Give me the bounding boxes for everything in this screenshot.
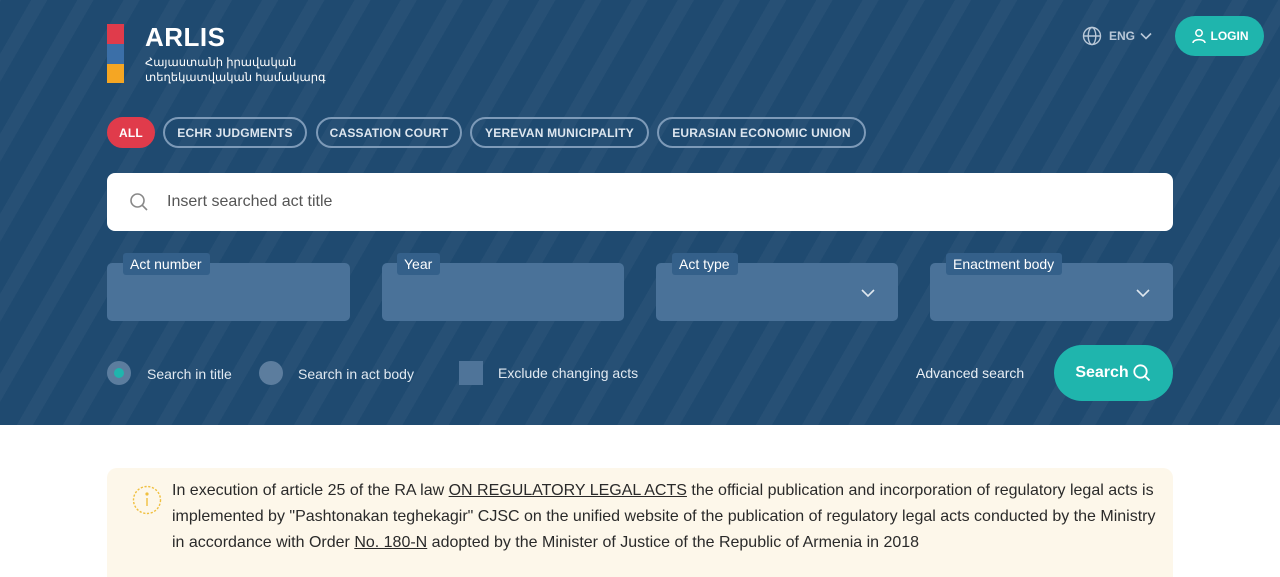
chevron-down-icon xyxy=(861,289,875,298)
search-in-act-body-radio[interactable] xyxy=(259,361,283,385)
year-label: Year xyxy=(397,253,441,275)
order-180n-link[interactable]: No. 180-N xyxy=(354,534,427,551)
filter-yerevan-municipality[interactable]: YEREVAN MUNICIPALITY xyxy=(470,117,649,148)
login-button[interactable]: LOGIN xyxy=(1175,16,1264,56)
exclude-changing-acts-label[interactable]: Exclude changing acts xyxy=(498,365,638,381)
app-subtitle-line1: Հայաստանի իրավական xyxy=(145,57,297,69)
enactment-body-label: Enactment body xyxy=(946,253,1063,275)
notice-part1: In execution of article 25 of the RA law xyxy=(172,482,449,499)
search-in-title-label[interactable]: Search in title xyxy=(147,366,232,382)
search-in-act-body-label[interactable]: Search in act body xyxy=(298,366,414,382)
language-selector[interactable]: ENG xyxy=(1082,25,1153,47)
logo-block-orange xyxy=(107,64,124,83)
logo-block-blue xyxy=(107,44,124,64)
info-icon xyxy=(132,485,162,515)
exclude-changing-acts-checkbox[interactable] xyxy=(459,361,483,385)
app-title[interactable]: ARLIS xyxy=(145,22,226,53)
advanced-search-link[interactable]: Advanced search xyxy=(916,365,1024,381)
search-icon xyxy=(1133,364,1150,382)
chevron-down-icon xyxy=(1140,32,1152,40)
filter-all[interactable]: ALL xyxy=(107,117,155,148)
app-subtitle-line2: տեղեկատվական համակարգ xyxy=(145,72,326,84)
act-number-label: Act number xyxy=(123,253,210,275)
filter-eurasian-economic-union[interactable]: EURASIAN ECONOMIC UNION xyxy=(657,117,866,148)
filter-echr-judgments[interactable]: ECHR JUDGMENTS xyxy=(163,117,307,148)
notice-text: In execution of article 25 of the RA law… xyxy=(172,478,1162,556)
search-box xyxy=(107,173,1173,231)
login-label: LOGIN xyxy=(1210,29,1249,43)
search-icon xyxy=(130,193,148,211)
globe-icon xyxy=(1082,26,1102,46)
search-in-title-radio[interactable] xyxy=(107,361,131,385)
arlis-logo-icon[interactable] xyxy=(107,24,124,83)
search-input[interactable] xyxy=(167,173,1157,231)
hero-panel: ARLIS Հայաստանի իրավական տեղեկատվական հա… xyxy=(0,0,1280,425)
notice-part3: adopted by the Minister of Justice of th… xyxy=(427,534,920,551)
regulatory-legal-acts-link[interactable]: ON REGULATORY LEGAL ACTS xyxy=(449,482,687,499)
search-button-label: Search xyxy=(1075,364,1129,381)
language-label: ENG xyxy=(1109,29,1136,43)
logo-block-red xyxy=(107,24,124,44)
act-type-label: Act type xyxy=(672,253,738,275)
filter-cassation-court[interactable]: CASSATION COURT xyxy=(316,117,462,148)
user-icon xyxy=(1191,29,1206,44)
search-button[interactable]: Search xyxy=(1054,345,1173,401)
chevron-down-icon xyxy=(1136,289,1150,298)
